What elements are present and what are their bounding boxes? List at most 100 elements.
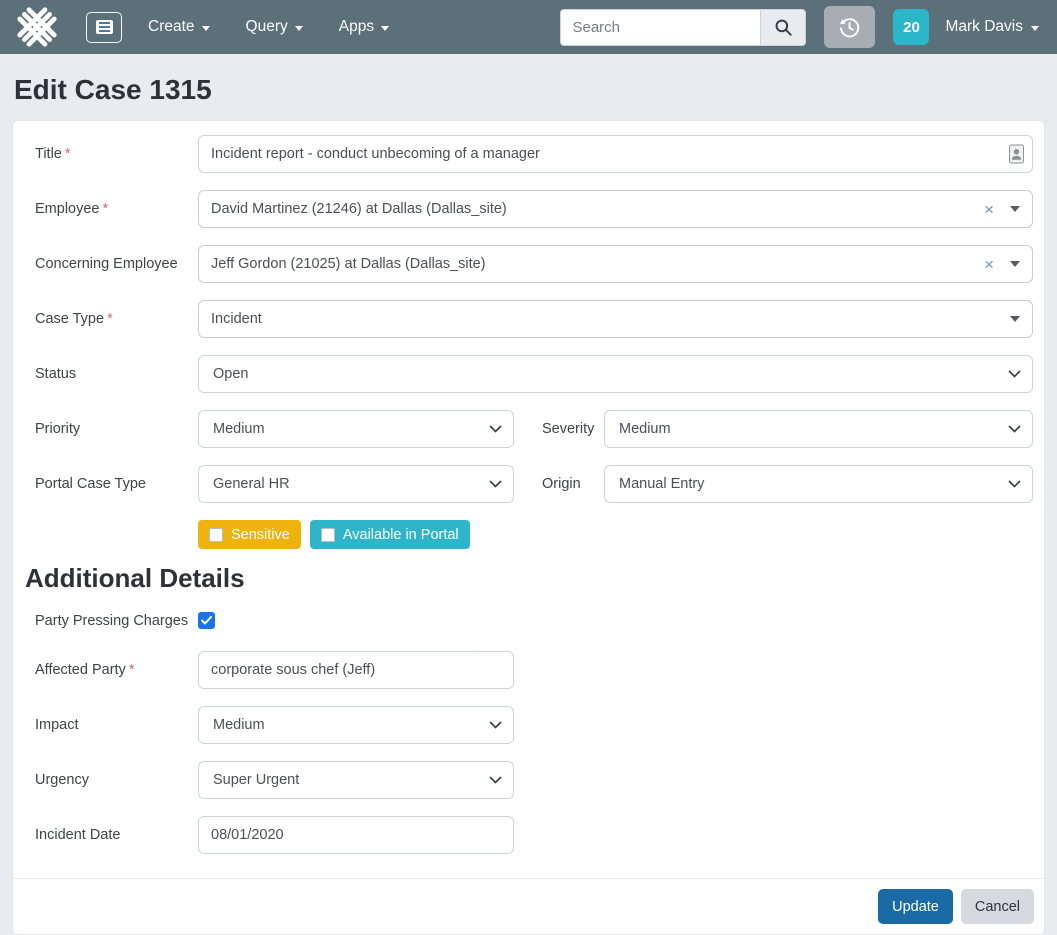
- sensitive-toggle[interactable]: Sensitive: [198, 520, 301, 549]
- severity-select[interactable]: Medium: [604, 410, 1033, 448]
- page-title: Edit Case 1315: [14, 72, 1045, 108]
- priority-selected-value: Medium: [213, 421, 265, 437]
- urgency-select[interactable]: Super Urgent: [198, 761, 514, 799]
- chevron-down-icon: [295, 26, 303, 31]
- employee-combobox[interactable]: David Martinez (21246) at Dallas (Dallas…: [198, 190, 1033, 228]
- required-asterisk: *: [65, 146, 71, 162]
- chevron-down-icon: [1031, 26, 1039, 31]
- checkbox-unchecked-icon: [209, 528, 223, 542]
- status-row: Status Open: [24, 355, 1033, 393]
- sensitive-label: Sensitive: [231, 527, 290, 543]
- incident-date-label: Incident Date: [24, 827, 198, 843]
- update-button[interactable]: Update: [878, 889, 953, 924]
- search-group: [560, 9, 806, 46]
- severity-label: Severity: [514, 421, 604, 437]
- nav-apps-label: Apps: [339, 18, 374, 36]
- incident-date-row: Incident Date: [24, 816, 1033, 854]
- sidebar-toggle-button[interactable]: [86, 12, 122, 43]
- party-pressing-charges-checkbox[interactable]: [198, 612, 215, 629]
- case-type-combobox[interactable]: Incident: [198, 300, 1033, 338]
- form-footer: Update Cancel: [13, 878, 1044, 934]
- employee-selected-value: David Martinez (21246) at Dallas (Dallas…: [211, 201, 984, 217]
- status-label: Status: [24, 366, 198, 382]
- party-pressing-charges-label: Party Pressing Charges: [24, 613, 198, 629]
- dropdown-arrow-icon: [1010, 316, 1020, 322]
- search-icon: [773, 17, 794, 38]
- status-select[interactable]: Open: [198, 355, 1033, 393]
- clear-selection-icon[interactable]: ×: [984, 201, 994, 218]
- nav-create-menu[interactable]: Create: [148, 18, 210, 36]
- search-input[interactable]: [560, 9, 760, 46]
- title-input[interactable]: [198, 135, 1033, 173]
- main-content: Edit Case 1315 Title* Employee: [0, 54, 1057, 935]
- portal-case-type-select[interactable]: General HR: [198, 465, 514, 503]
- user-name: Mark Davis: [945, 18, 1023, 36]
- party-pressing-charges-row: Party Pressing Charges: [24, 612, 1033, 629]
- incident-date-input[interactable]: [198, 816, 514, 854]
- portal-case-type-label: Portal Case Type: [24, 476, 198, 492]
- chevron-down-icon: [381, 26, 389, 31]
- available-in-portal-label: Available in Portal: [343, 527, 459, 543]
- dropdown-arrow-icon: [1010, 206, 1020, 212]
- title-label: Title*: [24, 146, 198, 162]
- required-asterisk: *: [129, 662, 135, 678]
- origin-label: Origin: [514, 476, 604, 492]
- priority-label: Priority: [24, 421, 198, 437]
- checkbox-unchecked-icon: [321, 528, 335, 542]
- search-button[interactable]: [760, 9, 806, 46]
- origin-select[interactable]: Manual Entry: [604, 465, 1033, 503]
- chevron-down-icon: [1008, 476, 1021, 492]
- chevron-down-icon: [489, 772, 502, 788]
- urgency-label: Urgency: [24, 772, 198, 788]
- nav-create-label: Create: [148, 18, 195, 36]
- nav-apps-menu[interactable]: Apps: [339, 18, 389, 36]
- chevron-down-icon: [489, 421, 502, 437]
- affected-party-input[interactable]: [198, 651, 514, 689]
- autofill-contact-icon[interactable]: [1009, 145, 1024, 164]
- priority-select[interactable]: Medium: [198, 410, 514, 448]
- employee-label: Employee*: [24, 201, 198, 217]
- available-in-portal-toggle[interactable]: Available in Portal: [310, 520, 470, 549]
- app-logo-icon[interactable]: [14, 4, 60, 50]
- chevron-down-icon: [1008, 421, 1021, 437]
- cancel-button[interactable]: Cancel: [961, 889, 1034, 924]
- additional-details-heading: Additional Details: [25, 563, 1033, 594]
- concerning-employee-row: Concerning Employee Jeff Gordon (21025) …: [24, 245, 1033, 283]
- clear-selection-icon[interactable]: ×: [984, 256, 994, 273]
- portal-case-type-origin-row: Portal Case Type General HR Origin Manua…: [24, 465, 1033, 503]
- case-type-selected-value: Incident: [211, 311, 1010, 327]
- urgency-selected-value: Super Urgent: [213, 772, 299, 788]
- affected-party-row: Affected Party*: [24, 651, 1033, 689]
- hamburger-icon: [96, 20, 113, 34]
- notification-count-badge[interactable]: 20: [893, 9, 929, 45]
- nav-query-label: Query: [246, 18, 288, 36]
- origin-selected-value: Manual Entry: [619, 476, 704, 492]
- required-asterisk: *: [107, 311, 113, 327]
- top-navbar: Create Query Apps 20 Mark Davis: [0, 0, 1057, 54]
- user-menu[interactable]: Mark Davis: [945, 18, 1039, 36]
- nav-query-menu[interactable]: Query: [246, 18, 303, 36]
- impact-row: Impact Medium: [24, 706, 1033, 744]
- impact-selected-value: Medium: [213, 717, 265, 733]
- affected-party-label: Affected Party*: [24, 662, 198, 678]
- urgency-row: Urgency Super Urgent: [24, 761, 1033, 799]
- portal-case-type-selected-value: General HR: [213, 476, 290, 492]
- history-clock-icon: [838, 16, 861, 39]
- impact-label: Impact: [24, 717, 198, 733]
- title-row: Title*: [24, 135, 1033, 173]
- case-type-label: Case Type*: [24, 311, 198, 327]
- history-button[interactable]: [824, 6, 875, 48]
- concerning-employee-combobox[interactable]: Jeff Gordon (21025) at Dallas (Dallas_si…: [198, 245, 1033, 283]
- concerning-employee-selected-value: Jeff Gordon (21025) at Dallas (Dallas_si…: [211, 256, 984, 272]
- edit-case-form-card: Title* Employee* David Mart: [12, 120, 1045, 935]
- severity-selected-value: Medium: [619, 421, 671, 437]
- chevron-down-icon: [489, 476, 502, 492]
- chevron-down-icon: [489, 717, 502, 733]
- case-type-row: Case Type* Incident: [24, 300, 1033, 338]
- dropdown-arrow-icon: [1010, 261, 1020, 267]
- priority-severity-row: Priority Medium Severity Medium: [24, 410, 1033, 448]
- woven-knot-icon: [16, 6, 58, 48]
- employee-row: Employee* David Martinez (21246) at Dall…: [24, 190, 1033, 228]
- checkmark-icon: [201, 616, 212, 625]
- impact-select[interactable]: Medium: [198, 706, 514, 744]
